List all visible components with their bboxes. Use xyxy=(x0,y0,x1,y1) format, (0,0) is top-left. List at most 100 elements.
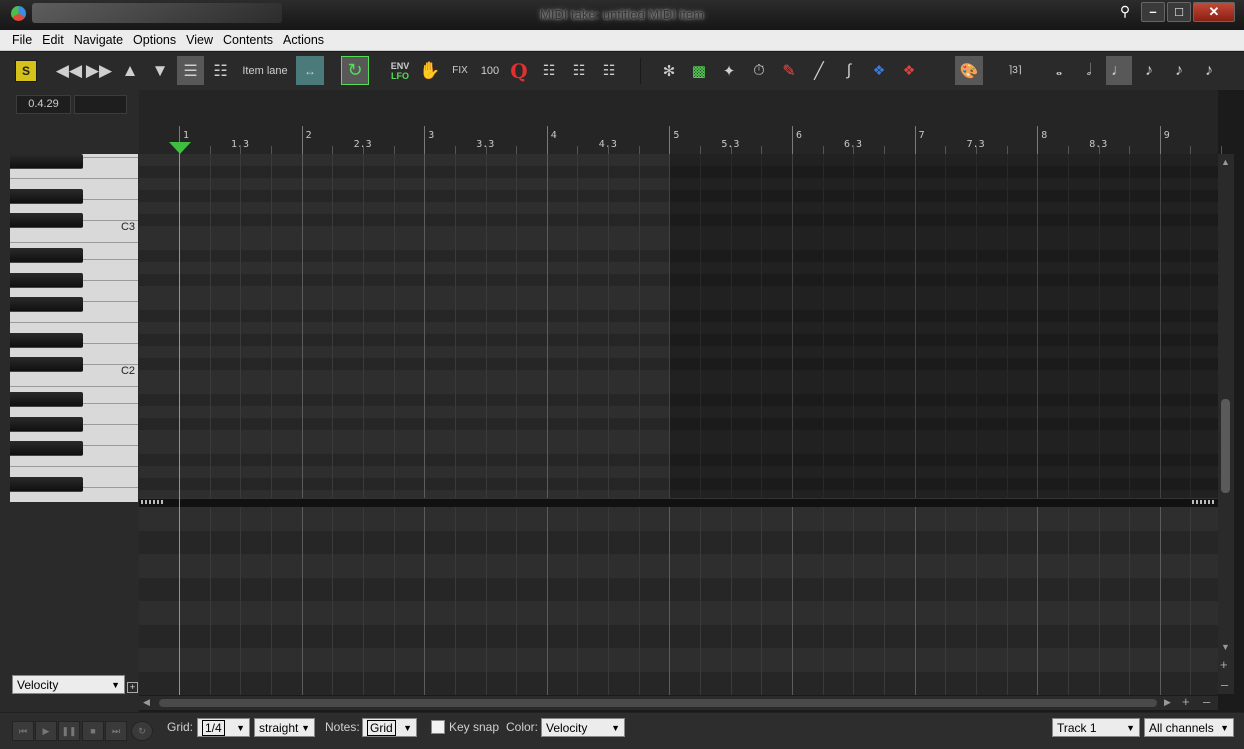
menu-options[interactable]: Options xyxy=(128,30,181,51)
velocity-100-button[interactable]: 100 xyxy=(477,56,503,85)
env-lfo-button[interactable]: ENV LFO xyxy=(387,56,413,85)
menu-file[interactable]: File xyxy=(7,30,37,51)
splitter-grip-left[interactable] xyxy=(141,500,165,504)
line-tool-icon[interactable]: ╱ xyxy=(806,56,832,85)
next-item-icon[interactable]: ▶▶ xyxy=(86,56,112,85)
black-key[interactable] xyxy=(10,213,83,228)
black-key[interactable] xyxy=(10,273,83,288)
vertical-scrollbar[interactable]: ▲ ▼ + – xyxy=(1218,154,1234,694)
loop-toggle-icon[interactable]: ↻ xyxy=(341,56,369,85)
curve-tool-icon[interactable]: ∫ xyxy=(836,56,862,85)
half-note-icon[interactable]: 𝅗𝅥 xyxy=(1076,56,1102,85)
paint-notes-icon[interactable]: ✻ xyxy=(656,56,682,85)
bar-tick xyxy=(301,126,303,154)
menu-view[interactable]: View xyxy=(181,30,218,51)
pause-icon[interactable]: ❚❚ xyxy=(58,721,80,741)
menu-edit[interactable]: Edit xyxy=(37,30,69,51)
move-cursor-right-icon[interactable]: ❖ xyxy=(896,56,922,85)
midi-note-grid[interactable] xyxy=(139,154,1218,498)
play-icon[interactable]: ▶ xyxy=(35,721,57,741)
eighth-note-icon[interactable]: ♪ xyxy=(1136,56,1162,85)
thirtysecond-note-icon[interactable]: ♪ xyxy=(1196,56,1222,85)
named-notes-mode-icon[interactable]: ☷ xyxy=(207,56,234,85)
timeline-ruler[interactable]: 1 1.3 2 2.3 3 3.3 4 4.3 5 5.3 6 6.3 7 7.3 8 8.3 9 xyxy=(139,90,1223,154)
minimize-button[interactable]: – xyxy=(1141,2,1165,22)
grid-select[interactable]: 1/4 ▼ xyxy=(197,718,250,737)
black-key[interactable] xyxy=(10,333,83,348)
piano-roll-mode-icon[interactable]: ☰ xyxy=(177,56,204,85)
notes-select[interactable]: Grid ▼ xyxy=(362,718,417,737)
color-select[interactable]: Velocity ▼ xyxy=(541,718,625,737)
pencil-icon[interactable]: ✎ xyxy=(776,56,802,85)
move-cursor-left-icon[interactable]: ❖ xyxy=(866,56,892,85)
black-key[interactable] xyxy=(10,297,83,312)
previous-item-icon[interactable]: ◀◀ xyxy=(56,56,82,85)
maximize-button[interactable]: □ xyxy=(1167,2,1191,22)
fix-button[interactable]: FIX xyxy=(448,56,472,85)
swing-icon[interactable]: ☷ xyxy=(597,56,621,85)
sixteenth-note-icon[interactable]: ♪ xyxy=(1166,56,1192,85)
grid-mode-select[interactable]: straight ▼ xyxy=(254,718,315,737)
quantize-button[interactable]: Q xyxy=(507,56,531,85)
black-key[interactable] xyxy=(10,248,83,263)
tempo-icon[interactable]: ⏱ xyxy=(746,56,772,85)
scroll-left-icon[interactable]: ◀ xyxy=(143,697,150,708)
black-key[interactable] xyxy=(10,477,83,492)
black-key[interactable] xyxy=(10,154,83,169)
octave-down-icon[interactable]: ▼ xyxy=(148,56,172,85)
scroll-right-icon[interactable]: ▶ xyxy=(1164,697,1171,708)
zoom-in-horizontal-icon[interactable]: + xyxy=(1182,694,1190,709)
item-lane-icon[interactable]: ↔ xyxy=(296,56,324,85)
beat-line xyxy=(1190,507,1192,695)
grid-select-icon[interactable]: ☷ xyxy=(567,56,591,85)
repeat-icon[interactable]: ↻ xyxy=(131,721,153,741)
menu-navigate[interactable]: Navigate xyxy=(69,30,128,51)
triplet-button[interactable]: ⌉3⌉ xyxy=(1000,56,1030,85)
zoom-in-vertical-icon[interactable]: + xyxy=(1220,657,1228,672)
whole-note-icon[interactable]: 𝅝 xyxy=(1046,56,1072,85)
black-key[interactable] xyxy=(10,441,83,456)
scroll-up-icon[interactable]: ▲ xyxy=(1221,157,1230,167)
zoom-out-vertical-icon[interactable]: – xyxy=(1221,677,1228,692)
black-key[interactable] xyxy=(10,417,83,432)
hand-tool-icon[interactable]: ✋ xyxy=(418,56,442,85)
position-time-field[interactable]: 0.4.29 xyxy=(16,95,71,114)
humanize-icon[interactable]: ☷ xyxy=(537,56,561,85)
cc-lane[interactable] xyxy=(139,507,1218,695)
go-to-end-icon[interactable]: ⏭ xyxy=(105,721,127,741)
black-key[interactable] xyxy=(10,392,83,407)
edit-cursor-marker-icon[interactable] xyxy=(169,142,191,154)
scroll-down-icon[interactable]: ▼ xyxy=(1221,642,1230,652)
vertical-scroll-thumb[interactable] xyxy=(1221,399,1230,493)
menu-actions[interactable]: Actions xyxy=(278,30,329,51)
beat-line xyxy=(516,507,518,695)
step-input-icon[interactable]: ✦ xyxy=(716,56,742,85)
channel-select[interactable]: All channels ▼ xyxy=(1144,718,1234,737)
go-to-start-icon[interactable]: ⏮ xyxy=(12,721,34,741)
solo-button[interactable]: S xyxy=(15,60,37,82)
velocity-bars-icon[interactable]: ▩ xyxy=(686,56,712,85)
cc-lane-select[interactable]: Velocity ▼ xyxy=(12,675,125,694)
quarter-note-icon[interactable]: ♩ xyxy=(1106,56,1132,85)
zoom-out-horizontal-icon[interactable]: – xyxy=(1203,694,1210,709)
menu-contents[interactable]: Contents xyxy=(218,30,278,51)
piano-keyboard[interactable]: C3 C2 xyxy=(10,154,138,502)
horizontal-scroll-thumb[interactable] xyxy=(159,699,1157,707)
horizontal-scrollbar[interactable]: ◀ ▶ + – xyxy=(139,694,1218,710)
close-button[interactable]: ✕ xyxy=(1193,2,1235,22)
key-snap-checkbox[interactable] xyxy=(431,720,445,734)
chevron-down-icon: ▼ xyxy=(403,723,412,733)
black-key[interactable] xyxy=(10,189,83,204)
splitter-grip-right[interactable] xyxy=(1192,500,1216,504)
stop-icon[interactable]: ■ xyxy=(82,721,104,741)
black-key[interactable] xyxy=(10,357,83,372)
color-palette-icon[interactable]: 🎨 xyxy=(955,56,983,85)
track-select[interactable]: Track 1 ▼ xyxy=(1052,718,1140,737)
item-lane-label[interactable]: Item lane xyxy=(238,56,292,85)
pin-icon[interactable]: ⚲ xyxy=(1117,3,1133,21)
add-cc-lane-icon[interactable]: + xyxy=(127,682,138,693)
bar-tick xyxy=(546,126,548,154)
octave-up-icon[interactable]: ▲ xyxy=(118,56,142,85)
bar-label: 6 xyxy=(796,130,803,141)
position-secondary-field[interactable] xyxy=(74,95,127,114)
